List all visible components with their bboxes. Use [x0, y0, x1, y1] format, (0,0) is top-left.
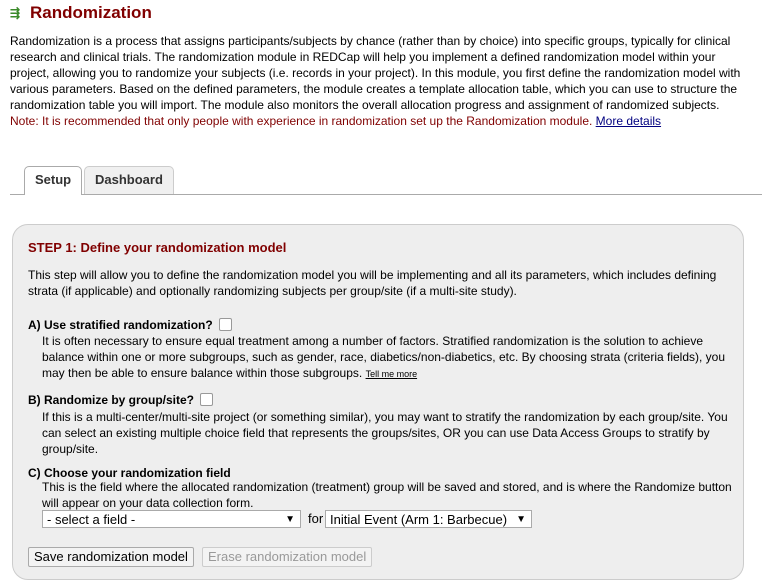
randomization-field-select[interactable]: - select a field - ▼: [42, 510, 301, 528]
section-c-desc: This is the field where the allocated ra…: [42, 480, 732, 510]
intro-text: Randomization is a process that assigns …: [10, 33, 750, 129]
intro-body: Randomization is a process that assigns …: [10, 34, 741, 112]
section-b-title: B) Randomize by group/site?: [28, 393, 195, 407]
event-select-value: Initial Event (Arm 1: Barbecue): [330, 512, 508, 527]
section-a-title: A) Use stratified randomization?: [28, 318, 213, 332]
dropdown-arrow-icon: ▼: [285, 514, 295, 525]
section-b-desc: If this is a multi-center/multi-site pro…: [42, 410, 728, 456]
step1-panel: STEP 1: Define your randomization model …: [12, 224, 744, 580]
event-select[interactable]: Initial Event (Arm 1: Barbecue) ▼: [325, 510, 532, 528]
more-details-link[interactable]: More details: [596, 114, 661, 128]
group-site-checkbox[interactable]: [200, 393, 214, 406]
tab-dashboard[interactable]: Dashboard: [84, 166, 174, 194]
tab-setup[interactable]: Setup: [24, 166, 83, 195]
field-select-value: - select a field -: [47, 512, 136, 527]
section-a-desc: It is often necessary to ensure equal tr…: [42, 333, 732, 382]
page-title: ⇶ Randomization: [10, 3, 152, 23]
randomize-icon: ⇶: [10, 5, 21, 20]
step-title: STEP 1: Define your randomization model: [28, 240, 287, 255]
tell-me-more-link[interactable]: Tell me more: [366, 369, 418, 379]
section-b-heading: B) Randomize by group/site?: [28, 392, 214, 408]
tab-bar: Setup Dashboard: [10, 166, 762, 195]
erase-model-button[interactable]: Erase randomization model: [202, 547, 373, 567]
stratified-checkbox[interactable]: [218, 318, 232, 331]
for-label: for: [308, 511, 324, 526]
step-desc: This step will allow you to define the r…: [28, 268, 717, 298]
section-a-heading: A) Use stratified randomization?: [28, 317, 232, 333]
title-text: Randomization: [30, 3, 152, 22]
dropdown-arrow-icon: ▼: [516, 514, 526, 525]
save-model-button[interactable]: Save randomization model: [28, 547, 194, 567]
intro-note: Note: It is recommended that only people…: [10, 114, 593, 128]
